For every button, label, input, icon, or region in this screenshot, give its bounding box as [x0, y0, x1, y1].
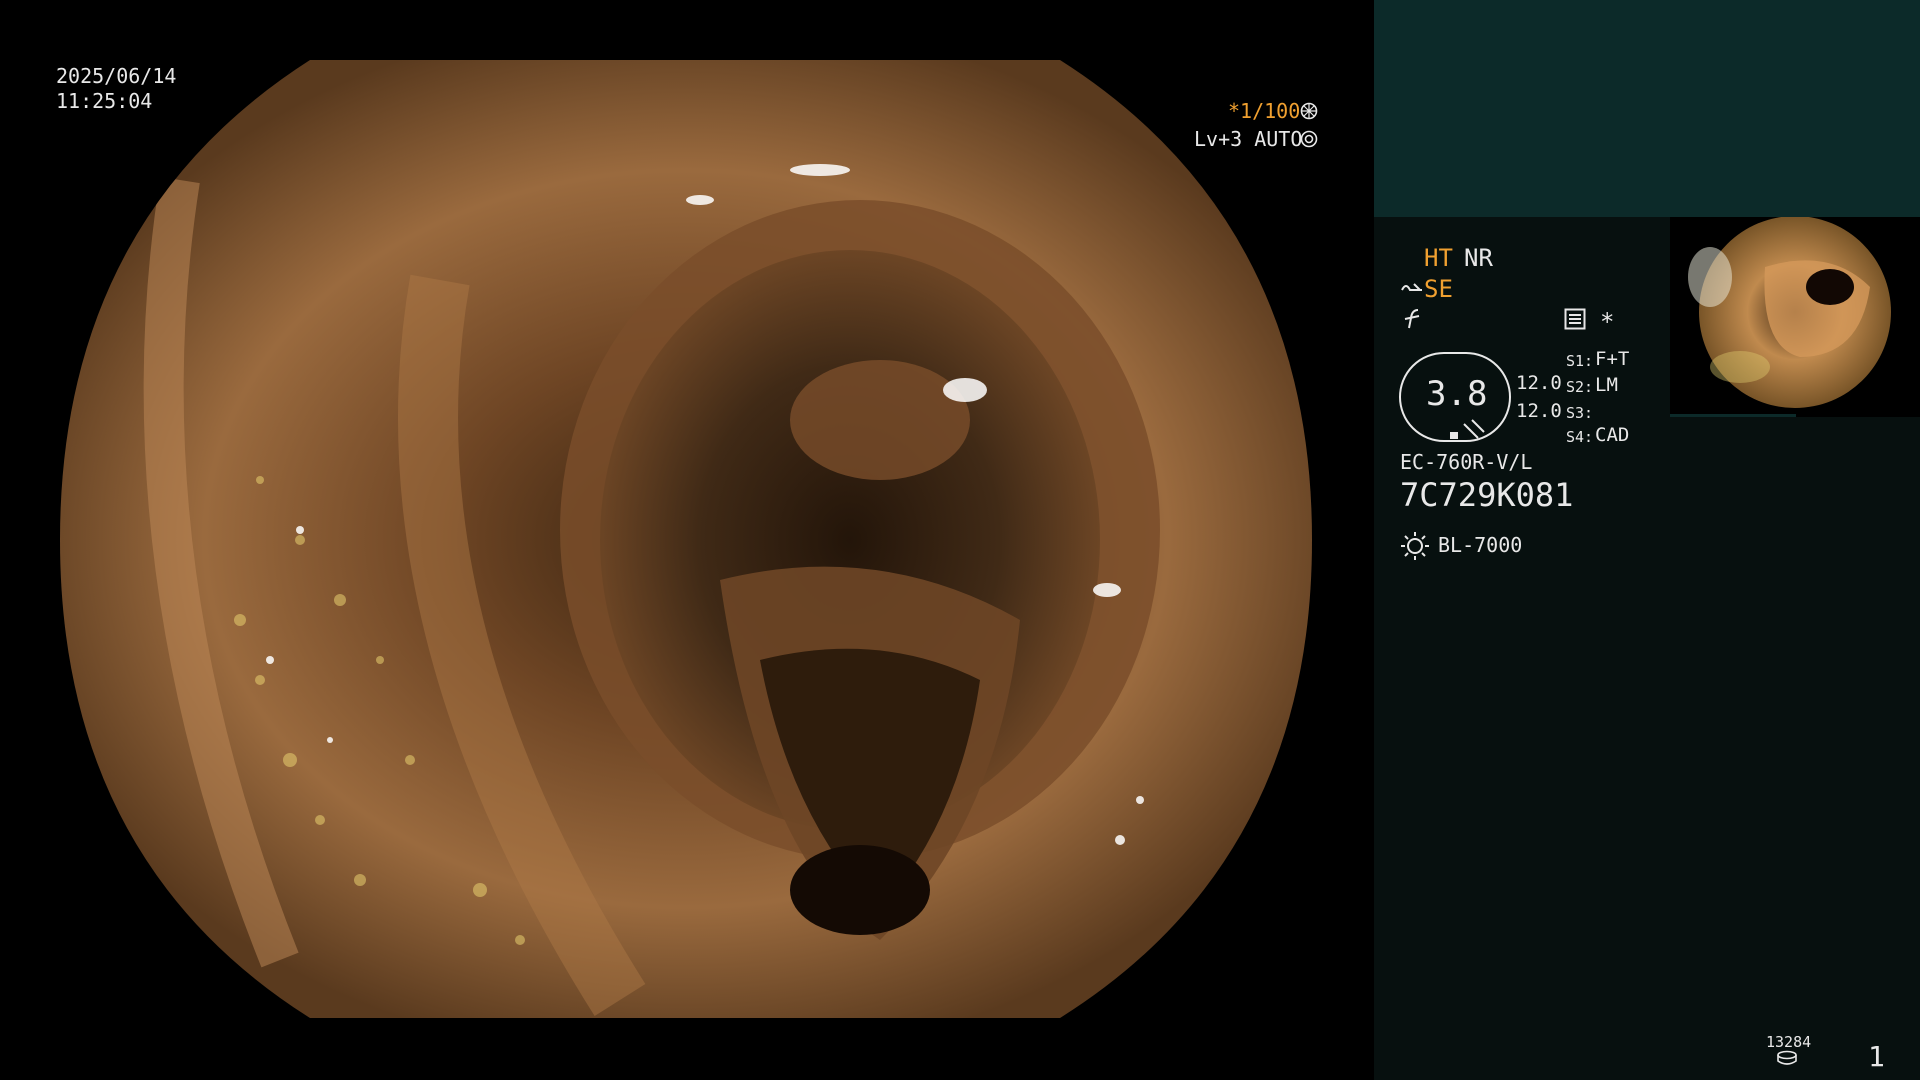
s2-label: S2:	[1566, 378, 1594, 396]
s2-value: LM	[1595, 374, 1618, 396]
ht-label: HT	[1424, 244, 1453, 272]
menu-icon	[1564, 308, 1586, 330]
s4-label: S4:	[1566, 428, 1594, 446]
shutter-text: *1/100	[1228, 99, 1301, 123]
s1-label: S1:	[1566, 352, 1594, 370]
thumbnail-image	[1670, 217, 1920, 417]
asterisk-label: *	[1600, 308, 1615, 336]
iris-icon	[1300, 130, 1318, 148]
aperture-icon	[1300, 102, 1318, 120]
s3-label: S3:	[1566, 404, 1594, 422]
sun-icon	[1401, 532, 1429, 560]
light-source: BL-7000	[1438, 533, 1523, 557]
endoscope-view: 2025/06/14 11:25:04 *1/100 Lv+3 AUTO	[0, 0, 1374, 1080]
zoom-value: 3.8	[1426, 374, 1488, 414]
time-text: 11:25:04	[56, 89, 153, 113]
value-1: 12.0	[1516, 372, 1562, 394]
info-panel-header	[1374, 0, 1920, 217]
endoscopic-image	[60, 60, 1312, 1018]
nr-label: NR	[1464, 244, 1493, 272]
freeze-icon	[1404, 309, 1420, 329]
date-text: 2025/06/14	[56, 64, 177, 88]
level-text: Lv+3 AUTO	[1194, 127, 1303, 151]
page-number: 1	[1868, 1040, 1885, 1073]
se-label: SE	[1424, 275, 1453, 303]
zoom-indicator-icon	[1450, 419, 1485, 439]
scope-serial: 7C729K081	[1400, 476, 1574, 514]
enhance-icon	[1401, 283, 1422, 291]
value-2: 12.0	[1516, 400, 1562, 422]
counter-text: 13284	[1766, 1033, 1812, 1051]
disk-icon	[1777, 1050, 1797, 1065]
s1-value: F+T	[1595, 348, 1630, 370]
scope-model: EC-760R-V/L	[1400, 450, 1533, 474]
s4-value: CAD	[1595, 424, 1630, 446]
